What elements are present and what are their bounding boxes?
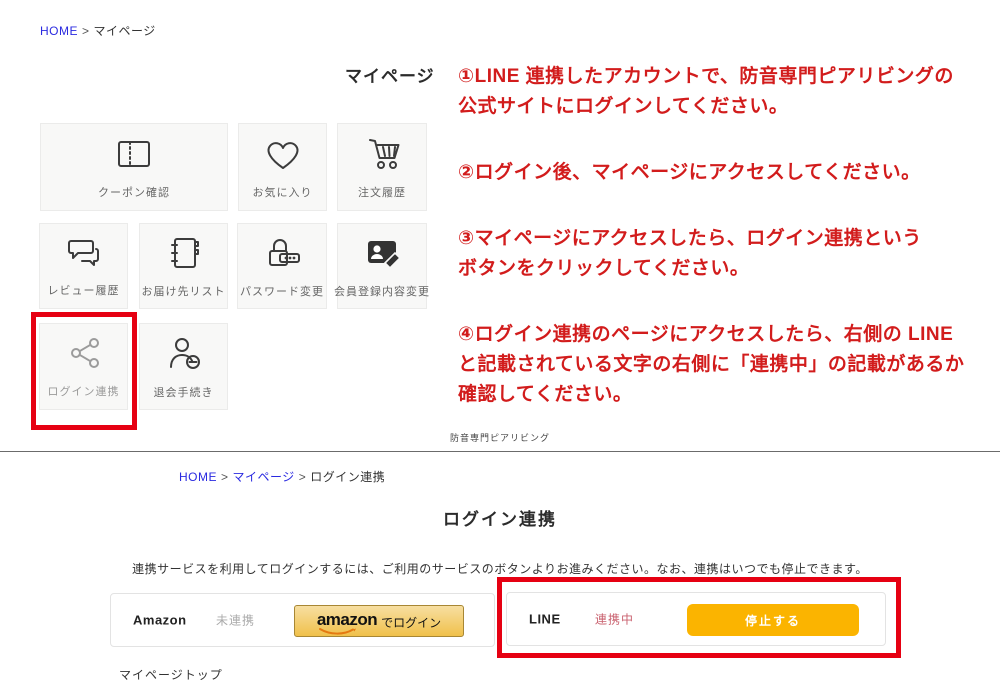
breadcrumb-current: ログイン連携 <box>310 470 385 484</box>
card-label: 会員登録内容変更 <box>334 283 430 299</box>
address-book-icon <box>164 234 204 272</box>
instruction-step-4: ④ログイン連携のページにアクセスしたら、右側の LINE と記載されている文字の… <box>458 320 1000 410</box>
amazon-logo: amazon <box>317 611 377 631</box>
card-label: お届け先リスト <box>142 283 226 299</box>
heart-icon <box>263 135 303 173</box>
card-label: レビュー履歴 <box>48 282 120 298</box>
amazon-linkage-status: 未連携 <box>216 612 255 629</box>
mypage-card-password-change[interactable]: パスワード変更 <box>237 223 327 309</box>
login-linkage-title: ログイン連携 <box>0 505 1000 530</box>
line-stop-button[interactable]: 停止する <box>687 604 859 636</box>
breadcrumb-separator: > <box>82 24 90 38</box>
breadcrumb-current: マイページ <box>94 24 156 38</box>
member-edit-icon <box>360 234 404 272</box>
share-icon <box>64 334 104 372</box>
amazon-linkage-card: Amazon 未連携 amazon でログイン <box>110 593 495 647</box>
breadcrumb-home-link[interactable]: HOME <box>40 24 78 38</box>
line-linkage-status: 連携中 <box>595 611 634 628</box>
mypage-card-member-info-change[interactable]: 会員登録内容変更 <box>337 223 427 309</box>
breadcrumb-home-link[interactable]: HOME <box>179 470 217 484</box>
mypage-card-review-history[interactable]: レビュー履歴 <box>39 223 128 309</box>
card-label: 退会手続き <box>154 384 214 400</box>
breadcrumb: HOME > マイページ <box>40 22 156 39</box>
site-name-footer: 防音専門ピアリビング <box>0 431 1000 444</box>
card-label: ログイン連携 <box>48 383 120 399</box>
card-label: クーポン確認 <box>98 184 170 200</box>
mypage-card-order-history[interactable]: 注文履歴 <box>337 123 427 211</box>
mypage-top-link[interactable]: マイページトップ <box>119 666 223 683</box>
breadcrumb: HOME>マイページ>ログイン連携 <box>179 468 385 485</box>
amazon-service-name: Amazon <box>133 613 187 628</box>
card-label: お気に入り <box>253 184 313 200</box>
line-linkage-card: LINE 連携中 停止する <box>506 592 886 646</box>
mypage-card-address-list[interactable]: お届け先リスト <box>139 223 228 309</box>
instruction-text: ①LINE 連携したアカウントで、防音専門ピアリビングの 公式サイトにログインし… <box>458 62 1000 446</box>
breadcrumb-separator: > <box>299 470 307 484</box>
breadcrumb-separator: > <box>221 470 229 484</box>
withdraw-icon <box>163 333 205 373</box>
breadcrumb-mypage-link[interactable]: マイページ <box>233 470 295 484</box>
mypage-card-favorite[interactable]: お気に入り <box>238 123 327 211</box>
cart-icon <box>361 135 403 173</box>
line-service-name: LINE <box>529 612 561 627</box>
instruction-step-1: ①LINE 連携したアカウントで、防音専門ピアリビングの 公式サイトにログインし… <box>458 62 1000 122</box>
card-label: 注文履歴 <box>358 184 406 200</box>
card-label: パスワード変更 <box>240 283 324 299</box>
instruction-step-2: ②ログイン後、マイページにアクセスしてください。 <box>458 158 1000 188</box>
amazon-smile-icon <box>318 627 358 635</box>
instruction-step-3: ③マイページにアクセスしたら、ログイン連携という ボタンをクリックしてください。 <box>458 224 1000 284</box>
page-title: マイページ <box>345 62 435 87</box>
coupon-icon <box>111 135 157 173</box>
mypage-card-login-linkage[interactable]: ログイン連携 <box>39 323 128 410</box>
section-divider <box>0 451 1000 452</box>
amazon-button-suffix: でログイン <box>381 612 441 631</box>
page: HOME > マイページ マイページ クーポン確認 お気に入り 注文履歴 レビュー履… <box>0 0 1000 700</box>
password-icon <box>260 234 304 272</box>
login-linkage-description: 連携サービスを利用してログインするには、ご利用のサービスのボタンよりお進みくださ… <box>0 560 1000 577</box>
mypage-card-withdrawal[interactable]: 退会手続き <box>139 323 228 410</box>
review-icon <box>63 235 105 271</box>
amazon-login-button[interactable]: amazon でログイン <box>294 605 464 637</box>
mypage-card-coupon[interactable]: クーポン確認 <box>40 123 228 211</box>
